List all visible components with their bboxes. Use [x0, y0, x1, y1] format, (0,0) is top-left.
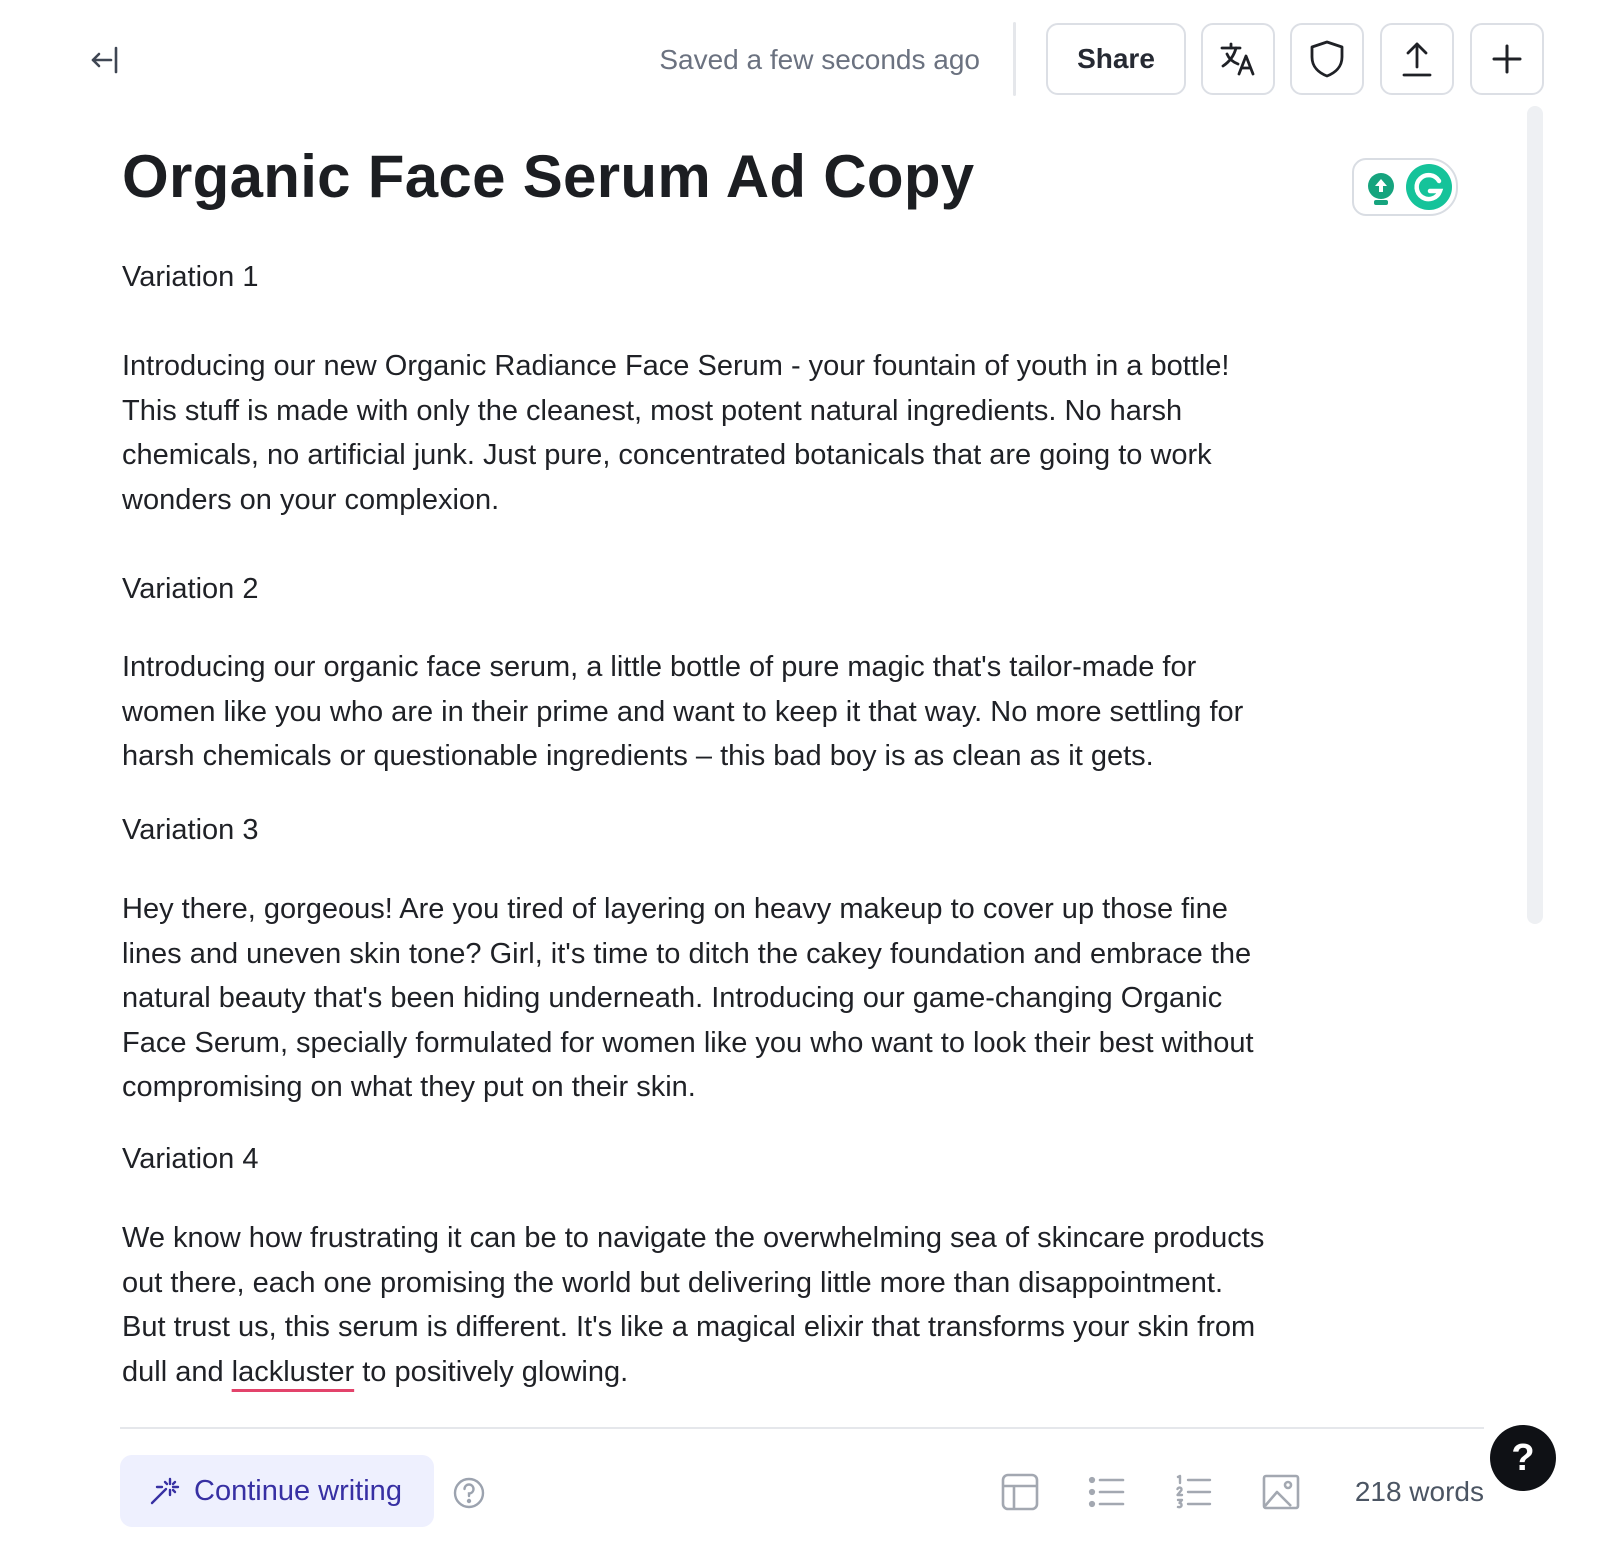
- paragraph-line: But trust us, this serum is different. I…: [122, 1311, 1256, 1343]
- upload-icon: [1402, 42, 1432, 77]
- variation-heading: Variation 2: [122, 573, 259, 605]
- save-status: Saved a few seconds ago: [659, 44, 980, 75]
- shield-icon: [1310, 40, 1344, 78]
- document-title[interactable]: Organic Face Serum Ad Copy: [122, 142, 974, 211]
- share-button[interactable]: Share: [1046, 23, 1186, 95]
- paragraph-line: natural beauty that's been hiding undern…: [122, 982, 1223, 1014]
- paragraph-line: dull and lackluster to positively glowin…: [122, 1350, 1442, 1395]
- word-count: 218 words: [1354, 1476, 1484, 1507]
- numbered-list-icon: [1176, 1474, 1212, 1509]
- paragraph-line: Introducing our new Organic Radiance Fac…: [122, 350, 1230, 382]
- paragraph-line: Face Serum, specially formulated for wom…: [122, 1026, 1254, 1059]
- security-button[interactable]: [1290, 23, 1364, 95]
- continue-writing-help[interactable]: [452, 1476, 486, 1510]
- line-text: dull and: [122, 1355, 232, 1388]
- translate-icon: [1220, 42, 1255, 76]
- table-icon: [1001, 1473, 1039, 1511]
- insert-image-button[interactable]: [1259, 1470, 1303, 1514]
- collapse-left-icon: [91, 46, 118, 74]
- paragraph-line: lines and uneven skin tone? Girl, it's t…: [122, 937, 1252, 970]
- collapse-sidebar-button[interactable]: [84, 40, 124, 80]
- variation-heading: Variation 3: [122, 814, 259, 846]
- editor-scrollbar[interactable]: [1527, 106, 1543, 924]
- question-circle-icon: [453, 1477, 485, 1509]
- variation-paragraph: Introducing our new Organic Radiance Fac…: [122, 344, 1442, 522]
- paragraph-line: out there, each one promising the world …: [122, 1266, 1224, 1299]
- numbered-list-button[interactable]: [1172, 1470, 1216, 1514]
- magic-wand-icon: [148, 1475, 180, 1507]
- paragraph-line: women like you who are in their prime an…: [122, 695, 1244, 728]
- spelling-flagged-word[interactable]: lackluster: [232, 1356, 355, 1388]
- paragraph-line: Hey there, gorgeous! Are you tired of la…: [122, 893, 1228, 925]
- export-button[interactable]: [1380, 23, 1454, 95]
- toolbar-divider: [1013, 22, 1016, 96]
- paragraph-line: We know how frustrating it can be to nav…: [122, 1222, 1265, 1254]
- grammarly-icon[interactable]: [1406, 164, 1452, 210]
- continue-writing-label: Continue writing: [194, 1474, 402, 1507]
- variation-heading: Variation 1: [122, 261, 259, 293]
- variation-paragraph: We know how frustrating it can be to nav…: [122, 1216, 1442, 1394]
- paragraph-line: This stuff is made with only the cleanes…: [122, 394, 1183, 427]
- lightbulb-icon[interactable]: [1364, 172, 1398, 213]
- grammarly-widget[interactable]: [1352, 158, 1458, 216]
- paragraph-line: chemicals, no artificial junk. Just pure…: [122, 439, 1212, 471]
- bullet-list-icon: [1088, 1476, 1125, 1508]
- paragraph-line: Introducing our organic face serum, a li…: [122, 651, 1197, 683]
- variation-heading: Variation 4: [122, 1143, 259, 1175]
- insert-table-button[interactable]: [998, 1470, 1042, 1514]
- new-document-button[interactable]: [1470, 23, 1544, 95]
- bullet-list-button[interactable]: [1085, 1470, 1129, 1514]
- plus-icon: [1492, 44, 1522, 74]
- continue-writing-button[interactable]: Continue writing: [120, 1455, 434, 1527]
- line-text: to positively glowing.: [354, 1355, 629, 1388]
- image-icon: [1262, 1474, 1300, 1510]
- paragraph-line: compromising on what they put on their s…: [122, 1071, 696, 1103]
- variation-paragraph: Introducing our organic face serum, a li…: [122, 645, 1442, 779]
- paragraph-line: wonders on your complexion.: [122, 483, 500, 516]
- support-help-button[interactable]: ?: [1490, 1425, 1556, 1491]
- paragraph-line: harsh chemicals or questionable ingredie…: [122, 740, 1154, 772]
- variation-paragraph: Hey there, gorgeous! Are you tired of la…: [122, 887, 1442, 1110]
- translate-button[interactable]: [1201, 23, 1275, 95]
- footer-divider: [120, 1427, 1484, 1429]
